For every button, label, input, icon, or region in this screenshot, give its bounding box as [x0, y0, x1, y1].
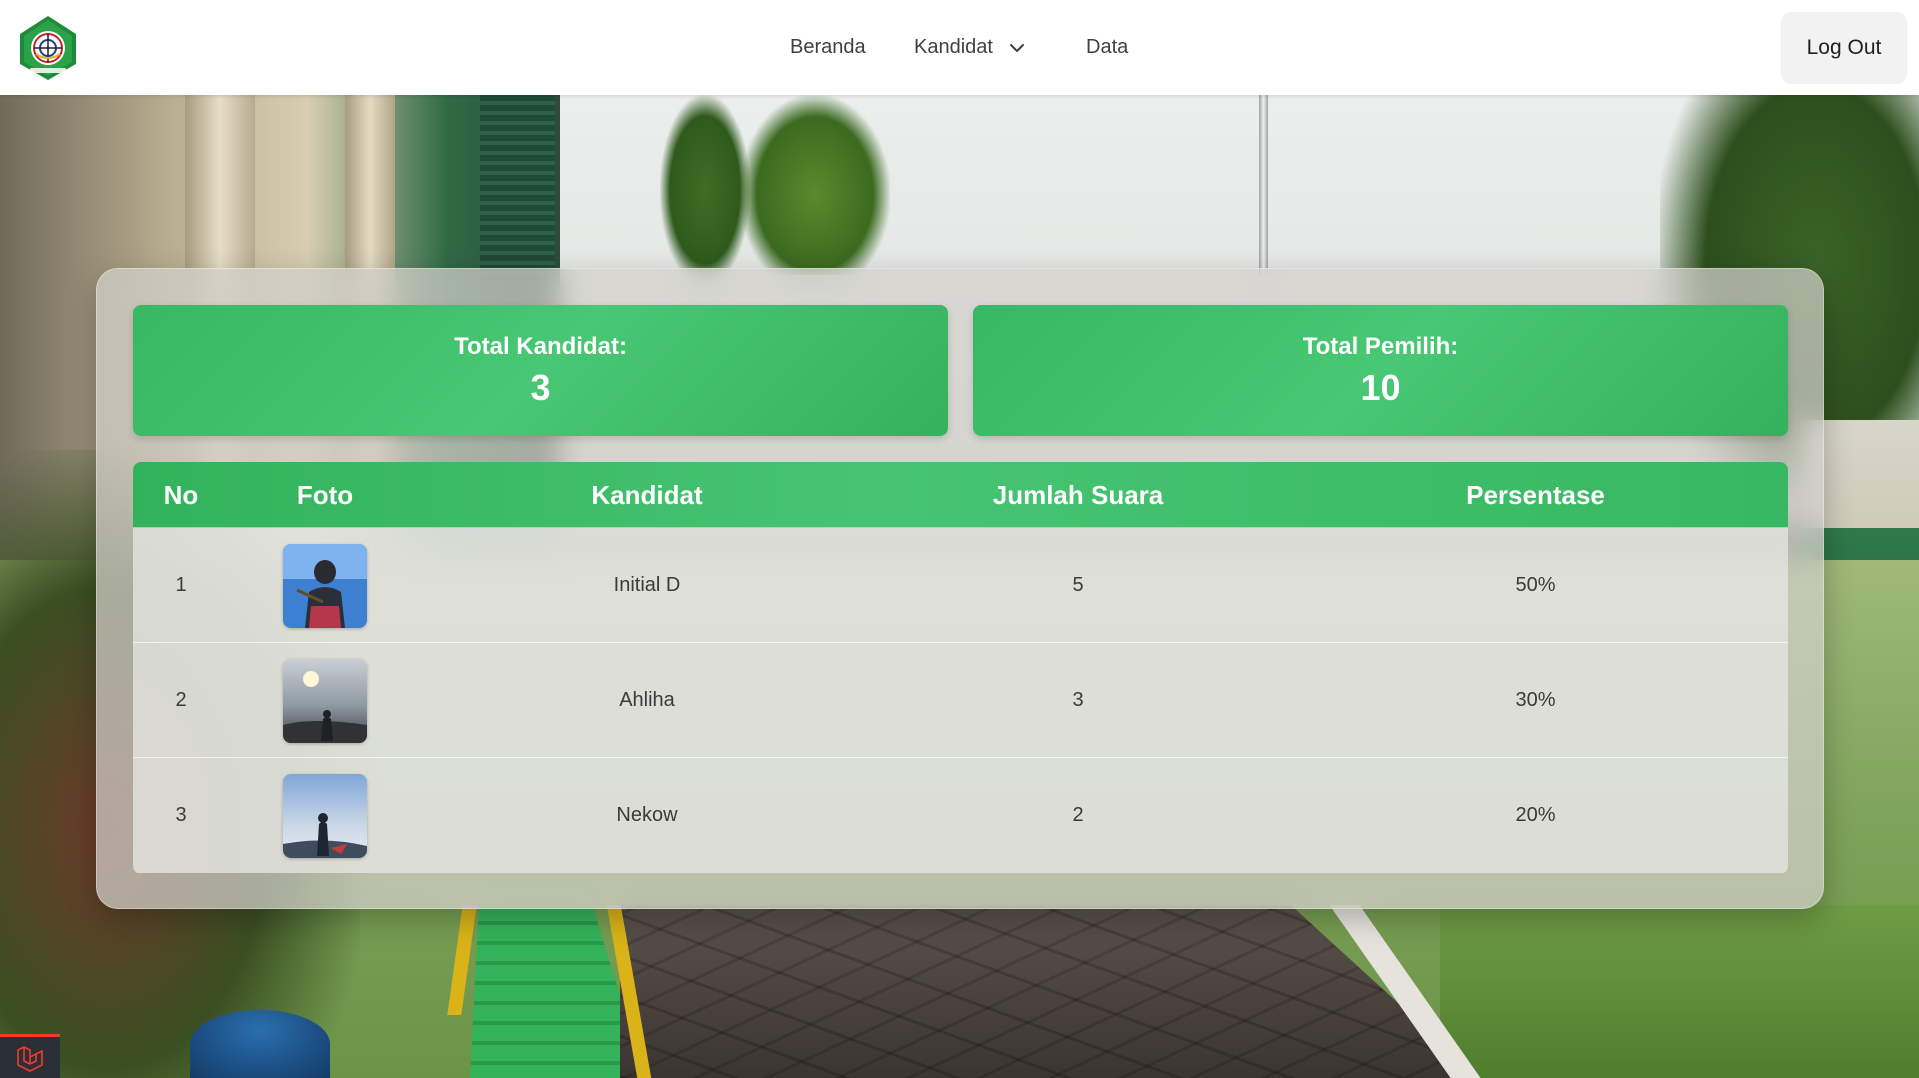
table-header: No Foto Kandidat Jumlah Suara Persentase [133, 462, 1788, 528]
total-kandidat-label: Total Kandidat: [454, 332, 627, 360]
results-table: No Foto Kandidat Jumlah Suara Persentase… [133, 462, 1788, 874]
candidate-photo [283, 543, 367, 628]
header-foto: Foto [296, 479, 354, 510]
cell-foto [229, 643, 421, 758]
total-pemilih-value: 10 [1360, 366, 1401, 408]
candidate-photo [283, 658, 367, 743]
cell-persentase: 50% [1515, 574, 1556, 596]
total-pemilih-card: Total Pemilih: 10 [973, 305, 1788, 436]
cell-persentase: 20% [1515, 804, 1556, 826]
cell-no: 3 [175, 804, 187, 826]
cell-kandidat: Nekow [616, 804, 678, 826]
table-row: 2 Ahliha 3 30% [133, 643, 1788, 758]
chevron-down-icon [1009, 43, 1024, 52]
school-emblem-icon[interactable] [14, 14, 82, 82]
cell-jumlah-suara: 2 [1072, 804, 1084, 826]
table-row: 1 Initial D 5 50% [133, 528, 1788, 643]
header-no: No [163, 479, 199, 510]
nav-kandidat-dropdown[interactable]: Kandidat [914, 36, 1027, 59]
dashboard-panel: Total Kandidat: 3 Total Pemilih: 10 No F… [96, 268, 1824, 909]
laravel-logo-icon[interactable] [0, 1034, 60, 1078]
header-kandidat: Kandidat [591, 479, 703, 510]
total-pemilih-label: Total Pemilih: [1302, 332, 1459, 360]
cell-jumlah-suara: 5 [1072, 574, 1084, 596]
candidate-photo [283, 773, 367, 858]
nav-kandidat-label: Kandidat [914, 36, 993, 58]
cell-foto [229, 528, 421, 643]
cell-persentase: 30% [1515, 689, 1556, 711]
top-navbar: Beranda Kandidat Data Log Out [0, 0, 1919, 95]
cell-no: 2 [175, 689, 187, 711]
cell-kandidat: Ahliha [619, 689, 675, 711]
cell-kandidat: Initial D [613, 574, 681, 596]
nav-links: Beranda Kandidat Data [0, 0, 1919, 95]
cell-no: 1 [175, 574, 187, 596]
logout-button[interactable]: Log Out [1781, 12, 1907, 84]
cell-foto [229, 758, 421, 873]
total-kandidat-card: Total Kandidat: 3 [133, 305, 948, 436]
nav-data-link[interactable]: Data [1086, 36, 1128, 59]
header-persentase: Persentase [1466, 479, 1605, 510]
cell-jumlah-suara: 3 [1072, 689, 1084, 711]
nav-beranda-link[interactable]: Beranda [790, 36, 866, 59]
table-row: 3 Nekow 2 20% [133, 758, 1788, 873]
total-kandidat-value: 3 [530, 366, 551, 408]
header-jumlah-suara: Jumlah Suara [992, 479, 1164, 510]
